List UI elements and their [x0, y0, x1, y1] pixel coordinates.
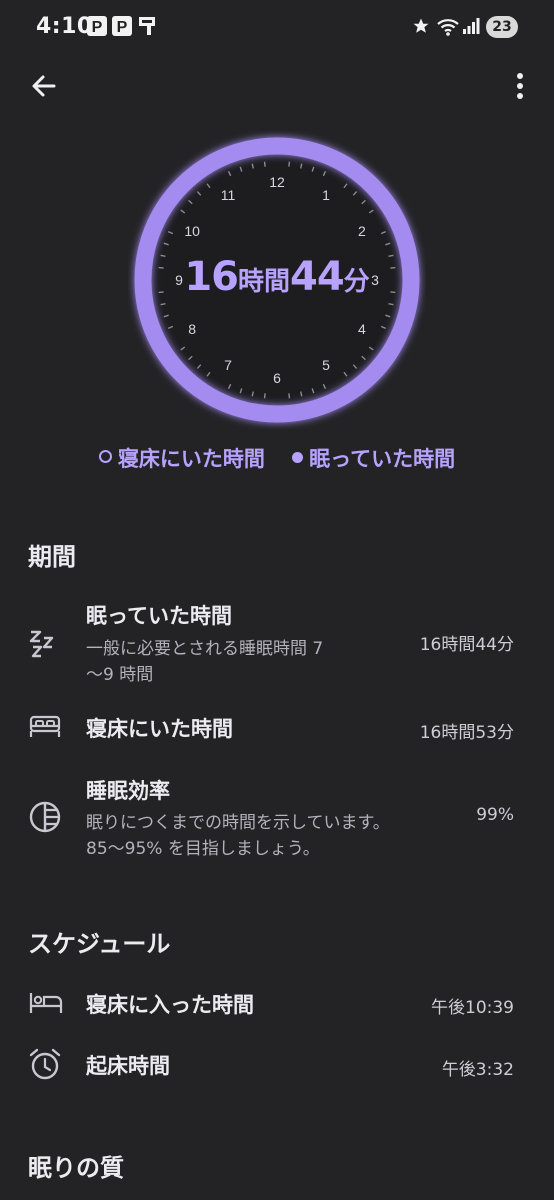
sleep-quality-heading: 眠りの質 [28, 1154, 124, 1182]
sleep-efficiency-subtitle-line1: 眠りにつくまでの時間を示しています。 [86, 813, 390, 833]
asleep-time-subtitle-line2: 〜9 時間 [86, 665, 154, 685]
notification-icon [137, 15, 157, 41]
bed-icon [28, 714, 62, 744]
more-options-button[interactable] [508, 70, 532, 104]
wake-time-value: 午後3:32 [441, 1060, 514, 1080]
legend-in-bed: 寝床にいた時間 [98, 447, 265, 471]
clock-tick [288, 161, 291, 167]
clock-number: 10 [184, 223, 200, 239]
in-bed-time-value: 16時間53分 [419, 723, 514, 743]
efficiency-icon [28, 800, 62, 838]
clock-number: 5 [322, 357, 330, 373]
sleep-efficiency-subtitle: 眠りにつくまでの時間を示しています。 85〜95% を目指しましょう。 [86, 810, 446, 862]
clock-tick [263, 393, 266, 399]
legend-in-bed-label: 寝床にいた時間 [117, 447, 265, 471]
asleep-time-subtitle: 一般に必要とされる睡眠時間 7 〜9 時間 [86, 636, 386, 688]
filled-dot-icon [292, 452, 304, 463]
clock-number: 8 [188, 321, 196, 337]
clock-number: 11 [221, 187, 236, 203]
bedtime-value: 午後10:39 [431, 998, 514, 1018]
back-button[interactable] [26, 68, 62, 104]
clock-number: 6 [273, 370, 281, 386]
bed-time-icon [28, 990, 64, 1020]
arrow-back-icon [32, 75, 56, 97]
sleep-efficiency-value: 99% [476, 805, 514, 825]
in-bed-time-title: 寝床にいた時間 [86, 717, 233, 741]
clock-number: 4 [358, 321, 366, 337]
zzz-icon [28, 628, 62, 662]
clock-number: 2 [358, 223, 366, 239]
hollow-dot-icon [98, 450, 112, 463]
legend-asleep: 眠っていた時間 [292, 447, 455, 471]
clock-number: 1 [322, 187, 330, 203]
star-icon [412, 17, 430, 39]
signal-icon [462, 17, 480, 39]
clock-tick [288, 393, 291, 399]
legend-asleep-label: 眠っていた時間 [309, 447, 456, 471]
duration-minutes: 44 [290, 254, 345, 300]
wifi-icon [436, 17, 460, 41]
sleep-efficiency-subtitle-line2: 85〜95% を目指しましょう。 [86, 839, 320, 859]
alarm-icon [28, 1047, 62, 1085]
clock-number: 12 [269, 174, 285, 190]
more-vert-icon [517, 73, 523, 99]
clock-legend: 寝床にいた時間 眠っていた時間 [0, 443, 554, 473]
clock-number: 7 [224, 357, 232, 373]
asleep-time-subtitle-line1: 一般に必要とされる睡眠時間 7 [86, 639, 324, 659]
sleep-duration: 16時間44分 [128, 254, 426, 300]
status-time: 4:10 [36, 14, 93, 39]
clock-tick [263, 161, 266, 167]
svg-text:P: P [92, 19, 103, 36]
asleep-time-title: 眠っていた時間 [86, 604, 232, 628]
period-heading: 期間 [28, 543, 76, 571]
status-bar: 4:10 P P 23 [0, 0, 554, 56]
svg-text:P: P [117, 19, 128, 36]
wake-time-title: 起床時間 [86, 1054, 170, 1078]
sleep-efficiency-title: 睡眠効率 [86, 779, 170, 803]
paypay-icon: P [86, 15, 108, 41]
schedule-heading: スケジュール [28, 930, 171, 958]
duration-hours-unit: 時間 [237, 267, 290, 297]
duration-minutes-unit: 分 [343, 267, 370, 297]
duration-hours: 16 [184, 254, 239, 300]
paypay-icon: P [111, 15, 133, 41]
bedtime-title: 寝床に入った時間 [86, 993, 254, 1017]
notification-count-badge: 23 [486, 16, 518, 38]
asleep-time-value: 16時間44分 [419, 635, 514, 655]
